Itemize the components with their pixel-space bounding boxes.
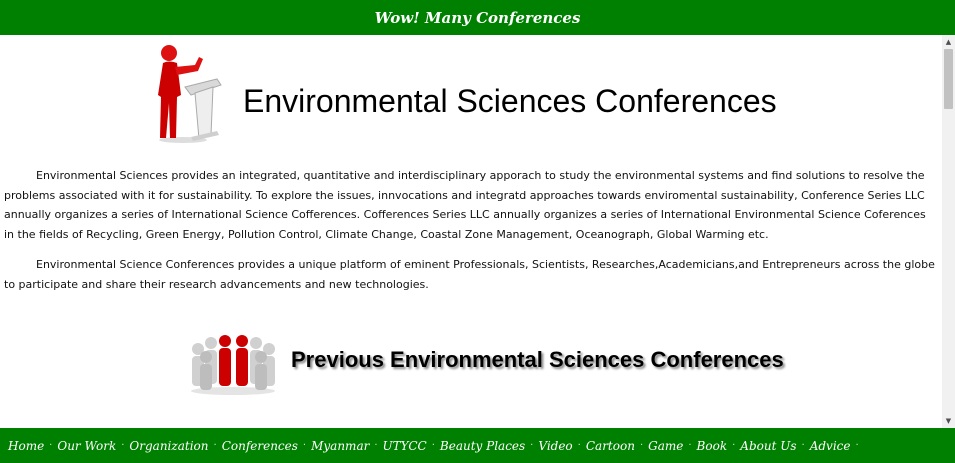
- team-circle-icon: [191, 335, 275, 395]
- previous-conferences-heading: Previous Environmental Sciences Conferen…: [186, 327, 786, 397]
- intro-paragraph: Environmental Sciences provides an integ…: [4, 169, 926, 241]
- vertical-scrollbar[interactable]: ▲ ▼: [942, 35, 955, 428]
- nav-separator: ·: [213, 440, 217, 451]
- previous-conferences-title: Previous Environmental Sciences Conferen…: [291, 347, 784, 372]
- nav-cartoon[interactable]: Cartoon: [586, 439, 635, 453]
- nav-separator: ·: [121, 440, 125, 451]
- site-title: Wow! Many Conferences: [374, 8, 581, 27]
- nav-our-work[interactable]: Our Work: [57, 439, 116, 453]
- nav-organization[interactable]: Organization: [129, 439, 208, 453]
- platform-paragraph: Environmental Science Conferences provid…: [4, 258, 935, 291]
- speaker-podium-icon: [158, 45, 222, 143]
- nav-separator: ·: [374, 440, 378, 451]
- nav-separator: ·: [49, 440, 53, 451]
- nav-utycc[interactable]: UTYCC: [383, 439, 427, 453]
- nav-separator: ·: [431, 440, 435, 451]
- nav-video[interactable]: Video: [538, 439, 572, 453]
- nav-game[interactable]: Game: [648, 439, 683, 453]
- nav-book[interactable]: Book: [697, 439, 728, 453]
- nav-about-us[interactable]: About Us: [740, 439, 796, 453]
- nav-separator: ·: [855, 440, 859, 451]
- scroll-up-arrow-icon[interactable]: ▲: [942, 35, 955, 49]
- scroll-down-arrow-icon[interactable]: ▼: [942, 414, 955, 428]
- nav-separator: ·: [801, 440, 805, 451]
- main-content[interactable]: Environmental Sciences Conferences Envir…: [0, 35, 942, 428]
- nav-separator: ·: [688, 440, 692, 451]
- nav-separator: ·: [577, 440, 581, 451]
- page-title: Environmental Sciences Conferences: [243, 83, 777, 119]
- scrollbar-thumb[interactable]: [944, 49, 953, 109]
- nav-separator: ·: [639, 440, 644, 451]
- nav-home[interactable]: Home: [8, 439, 44, 453]
- site-header: Wow! Many Conferences: [0, 0, 955, 35]
- hero-section: Environmental Sciences Conferences: [155, 43, 855, 153]
- nav-myanmar[interactable]: Myanmar: [311, 439, 369, 453]
- nav-beauty-places[interactable]: Beauty Places: [440, 439, 525, 453]
- bottom-navigation: Home · Our Work · Organization · Confere…: [0, 428, 955, 463]
- nav-separator: ·: [732, 440, 736, 451]
- nav-advice[interactable]: Advice: [810, 439, 851, 453]
- nav-separator: ·: [530, 440, 534, 451]
- nav-conferences[interactable]: Conferences: [222, 439, 298, 453]
- nav-separator: ·: [302, 440, 307, 451]
